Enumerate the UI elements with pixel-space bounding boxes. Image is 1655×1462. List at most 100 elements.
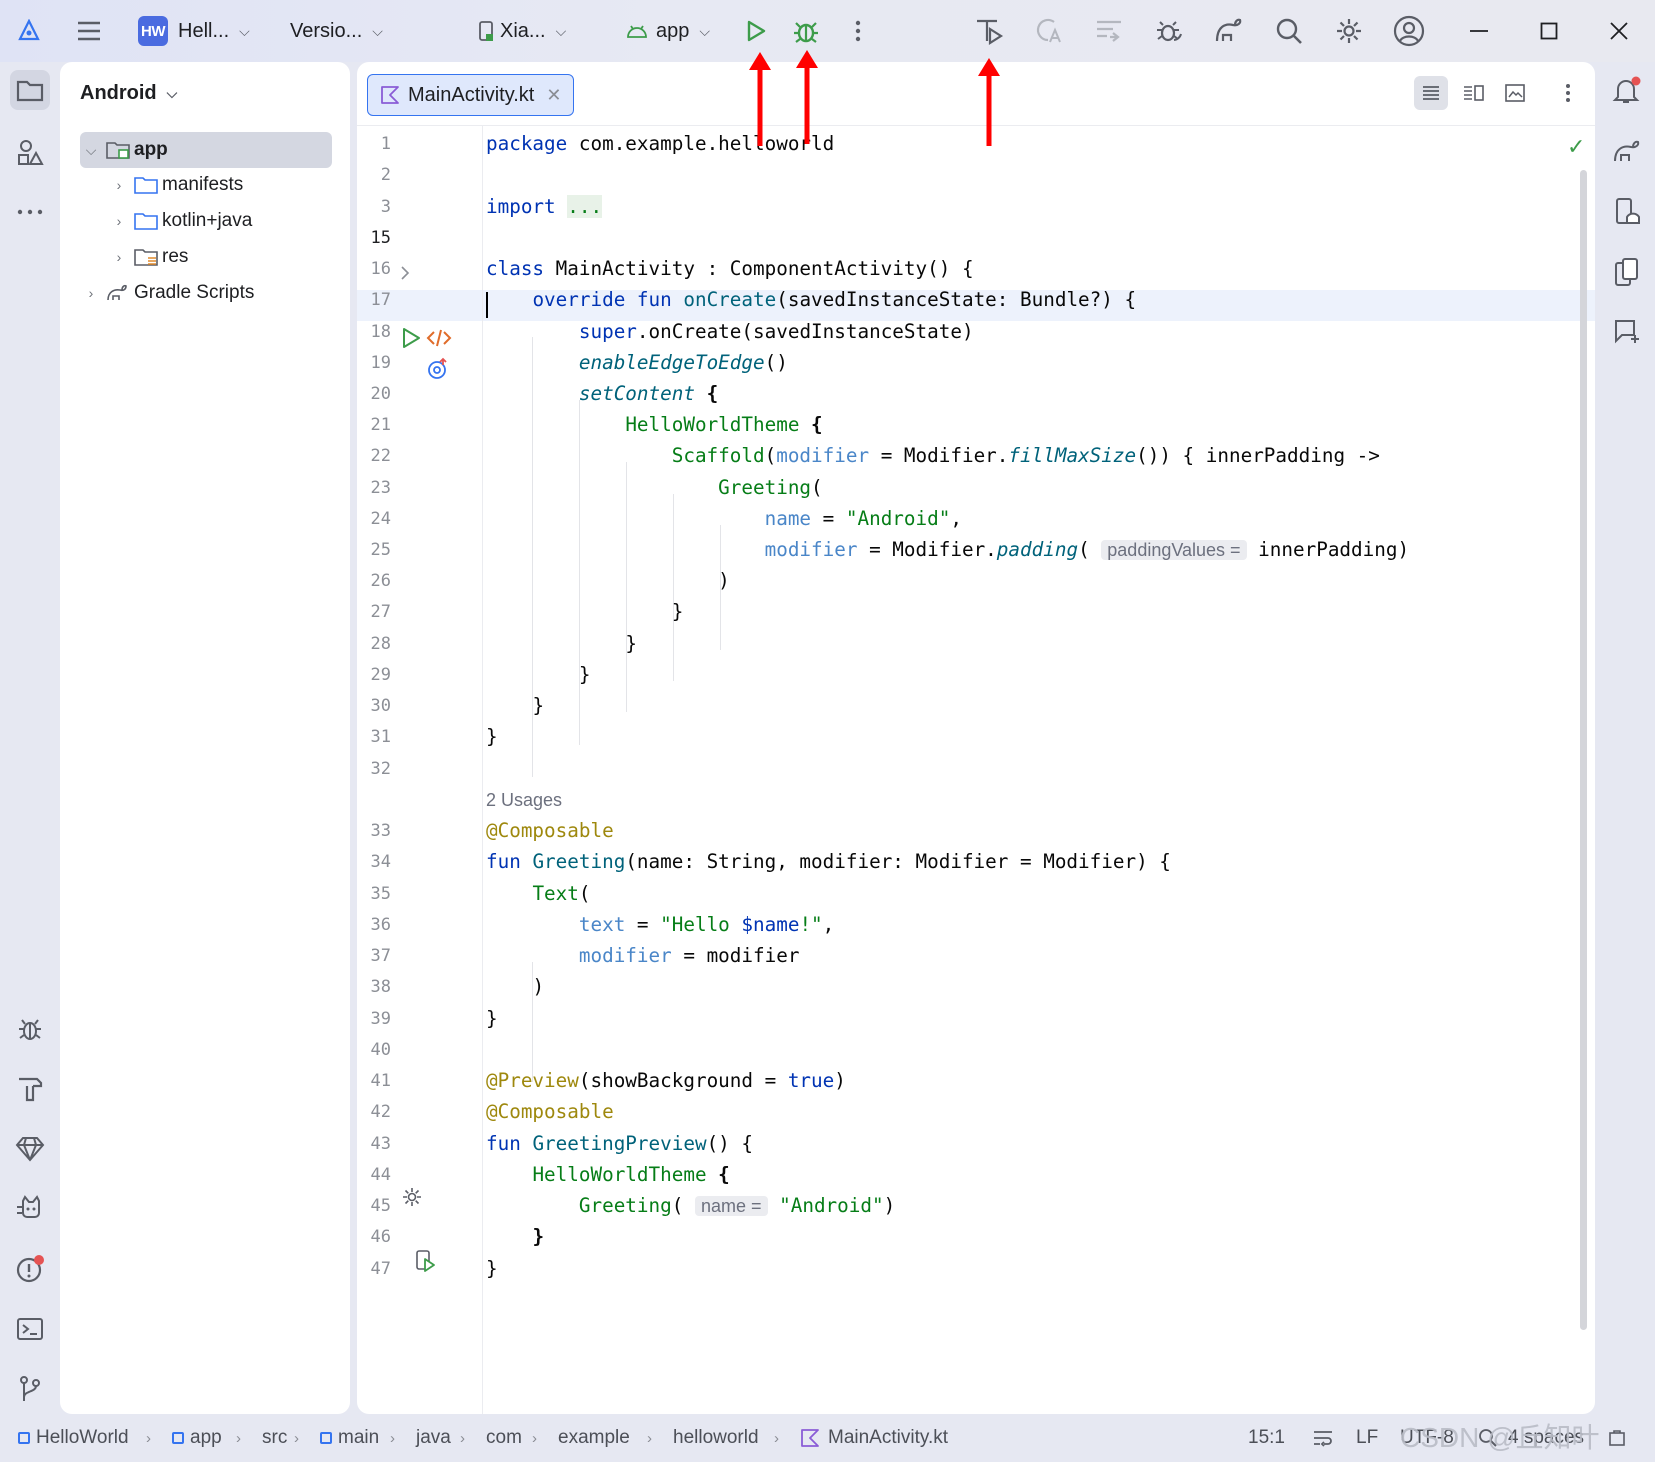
git-icon[interactable] bbox=[10, 1369, 50, 1409]
line-number[interactable]: 15 bbox=[357, 228, 391, 248]
override-target-icon[interactable] bbox=[427, 357, 451, 381]
line-number[interactable]: 32 bbox=[357, 759, 391, 779]
notifications-bell-icon[interactable] bbox=[1607, 70, 1647, 110]
device-manager-icon[interactable] bbox=[1607, 192, 1647, 232]
line-number[interactable]: 45 bbox=[357, 1196, 391, 1216]
minimize-icon[interactable] bbox=[1462, 14, 1496, 48]
folded-imports[interactable]: ... bbox=[567, 195, 603, 218]
chevron-right-icon[interactable]: › bbox=[108, 213, 130, 229]
code-line-31[interactable]: } bbox=[486, 725, 498, 748]
breadcrumb-item[interactable]: com bbox=[486, 1414, 522, 1462]
tree-item-manifests[interactable]: › manifests bbox=[108, 167, 360, 203]
breadcrumb-item[interactable]: app bbox=[172, 1414, 222, 1462]
tree-item-gradle-scripts[interactable]: › Gradle Scripts bbox=[80, 275, 332, 311]
gradle-sync-icon[interactable] bbox=[1212, 14, 1246, 48]
line-number[interactable]: 38 bbox=[357, 977, 391, 997]
resource-manager-icon[interactable] bbox=[10, 132, 50, 172]
line-number[interactable]: 22 bbox=[357, 446, 391, 466]
logcat-icon[interactable] bbox=[10, 1189, 50, 1229]
vcs-widget[interactable]: Versio... ⌵ bbox=[290, 0, 383, 62]
sync-icon[interactable] bbox=[1092, 14, 1126, 48]
code-line-34[interactable]: fun Greeting(name: String, modifier: Mod… bbox=[486, 850, 1171, 873]
gemini-chat-icon[interactable] bbox=[1607, 312, 1647, 352]
terminal-icon[interactable] bbox=[10, 1309, 50, 1349]
settings-icon[interactable] bbox=[1332, 14, 1366, 48]
maximize-icon[interactable] bbox=[1532, 14, 1566, 48]
line-number[interactable]: 42 bbox=[357, 1102, 391, 1122]
code-line-27[interactable]: } bbox=[486, 600, 684, 623]
code-line-1[interactable]: package com.example.helloworld bbox=[486, 132, 834, 155]
line-number[interactable]: 29 bbox=[357, 665, 391, 685]
device-selector[interactable]: Xia... ⌵ bbox=[478, 0, 566, 62]
code-line-21[interactable]: HelloWorldTheme { bbox=[486, 413, 822, 436]
line-number[interactable]: 36 bbox=[357, 915, 391, 935]
line-number[interactable]: 26 bbox=[357, 571, 391, 591]
line-number[interactable]: 46 bbox=[357, 1227, 391, 1247]
line-number[interactable]: 41 bbox=[357, 1071, 391, 1091]
line-number[interactable]: 39 bbox=[357, 1009, 391, 1029]
preview-run-icon[interactable] bbox=[415, 1249, 437, 1273]
line-number[interactable]: 23 bbox=[357, 478, 391, 498]
line-ending[interactable]: LF bbox=[1356, 1414, 1378, 1462]
code-line-28[interactable]: } bbox=[486, 632, 637, 655]
problems-icon[interactable] bbox=[10, 1249, 50, 1289]
breadcrumb-item[interactable]: main bbox=[320, 1414, 379, 1462]
debug-window-icon[interactable] bbox=[10, 1009, 50, 1049]
debug-icon[interactable] bbox=[789, 14, 823, 48]
breadcrumb-item[interactable]: example bbox=[558, 1414, 630, 1462]
chevron-right-icon[interactable]: › bbox=[80, 285, 102, 301]
line-number[interactable]: 43 bbox=[357, 1134, 391, 1154]
line-number[interactable]: 21 bbox=[357, 415, 391, 435]
breadcrumb-item[interactable]: HelloWorld bbox=[18, 1414, 129, 1462]
code-line-30[interactable]: } bbox=[486, 694, 544, 717]
line-number[interactable]: 27 bbox=[357, 602, 391, 622]
line-number[interactable]: 31 bbox=[357, 727, 391, 747]
code-line-17[interactable]: override fun onCreate(savedInstanceState… bbox=[486, 288, 1136, 311]
code-line-42[interactable]: @Composable bbox=[486, 1100, 614, 1123]
search-icon[interactable] bbox=[1272, 14, 1306, 48]
tree-item-kotlin-java[interactable]: › kotlin+java bbox=[108, 203, 360, 239]
line-number[interactable]: 25 bbox=[357, 540, 391, 560]
close-tab-icon[interactable]: ✕ bbox=[546, 85, 561, 106]
close-icon[interactable] bbox=[1602, 14, 1636, 48]
code-line-23[interactable]: Greeting( bbox=[486, 476, 822, 499]
code-line-35[interactable]: Text( bbox=[486, 882, 590, 905]
account-icon[interactable] bbox=[1392, 14, 1426, 48]
code-line-26[interactable]: ) bbox=[486, 569, 730, 592]
code-line-46[interactable]: } bbox=[486, 1225, 544, 1248]
tree-item-res[interactable]: › res bbox=[108, 239, 360, 275]
apply-changes-icon[interactable] bbox=[972, 14, 1006, 48]
line-number[interactable]: 3 bbox=[357, 197, 391, 217]
more-icon[interactable] bbox=[841, 14, 875, 48]
tab-main-activity[interactable]: MainActivity.kt ✕ bbox=[367, 74, 575, 116]
breadcrumb-item[interactable]: MainActivity.kt bbox=[800, 1414, 948, 1462]
android-studio-logo-icon[interactable] bbox=[12, 14, 46, 48]
line-number[interactable]: 18 bbox=[357, 322, 391, 342]
line-number[interactable]: 34 bbox=[357, 852, 391, 872]
code-line-39[interactable]: } bbox=[486, 1007, 498, 1030]
line-number[interactable]: 44 bbox=[357, 1165, 391, 1185]
xml-layout-icon[interactable] bbox=[426, 328, 452, 348]
line-number[interactable]: 28 bbox=[357, 634, 391, 654]
caret-position[interactable]: 15:1 bbox=[1248, 1414, 1285, 1462]
code-line-38[interactable]: ) bbox=[486, 975, 544, 998]
code-line-3[interactable]: import ... bbox=[486, 195, 603, 218]
preview-settings-gear-icon[interactable] bbox=[401, 1186, 423, 1208]
line-number[interactable]: 40 bbox=[357, 1040, 391, 1060]
main-menu-icon[interactable] bbox=[72, 14, 106, 48]
design-view-icon[interactable] bbox=[1498, 76, 1532, 110]
line-number[interactable]: 20 bbox=[357, 384, 391, 404]
profile-icon[interactable] bbox=[1152, 14, 1186, 48]
run-gutter-icon[interactable] bbox=[400, 327, 422, 349]
more-tools-icon[interactable] bbox=[10, 192, 50, 232]
line-number[interactable]: 19 bbox=[357, 353, 391, 373]
code-line-44[interactable]: HelloWorldTheme { bbox=[486, 1163, 729, 1186]
code-line-25[interactable]: modifier = Modifier.padding( paddingValu… bbox=[486, 538, 1409, 561]
line-number[interactable]: 17 bbox=[357, 290, 391, 310]
code-line-45[interactable]: Greeting( name = "Android") bbox=[486, 1194, 895, 1217]
gradle-elephant-icon[interactable] bbox=[1607, 132, 1647, 172]
code-view-icon[interactable] bbox=[1414, 76, 1448, 110]
line-number[interactable]: 30 bbox=[357, 696, 391, 716]
no-problems-check-icon[interactable]: ✓ bbox=[1567, 134, 1585, 160]
project-view-selector[interactable]: Android ⌵ bbox=[80, 82, 177, 105]
